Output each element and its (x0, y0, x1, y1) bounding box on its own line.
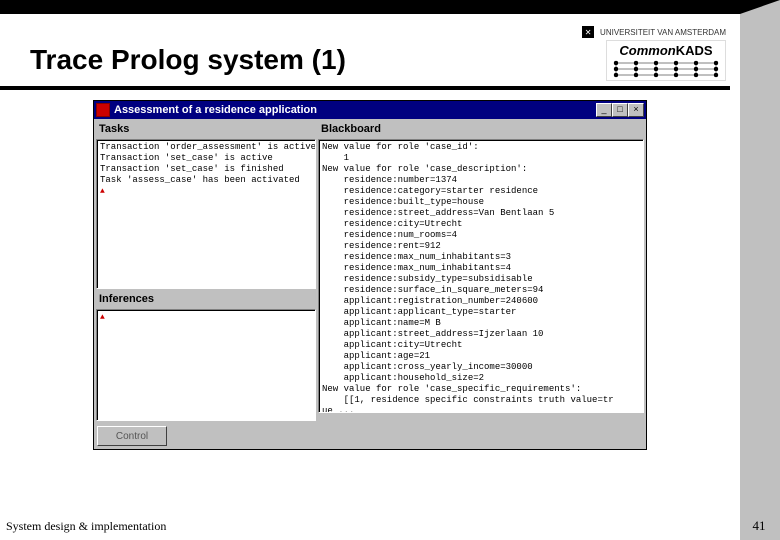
logo-word-2: KADS (676, 43, 713, 58)
minimize-button[interactable]: _ (596, 103, 612, 117)
kads-network-icon (611, 60, 721, 78)
trace-window: Assessment of a residence application _ … (93, 100, 647, 450)
close-button[interactable]: × (628, 103, 644, 117)
tasks-panel[interactable]: Transaction 'order_assessment' is active… (96, 139, 316, 289)
control-button[interactable]: Control (97, 426, 167, 446)
inferences-panel[interactable]: ▲ (96, 309, 316, 421)
blackboard-panel[interactable]: New value for role 'case_id': 1 New valu… (318, 139, 644, 413)
institution-name: UNIVERSITEIT VAN AMSTERDAM (600, 28, 726, 37)
footer-text: System design & implementation (6, 519, 166, 534)
tasks-panel-label: Tasks (96, 121, 316, 137)
marker-icon: ▲ (100, 313, 105, 322)
tasks-content: Transaction 'order_assessment' is active… (100, 142, 316, 185)
window-title: Assessment of a residence application (114, 104, 592, 116)
window-titlebar[interactable]: Assessment of a residence application _ … (94, 101, 646, 119)
marker-icon: ▲ (100, 187, 105, 196)
system-menu-icon[interactable] (96, 103, 110, 117)
blackboard-panel-label: Blackboard (318, 121, 644, 137)
blackboard-content: New value for role 'case_id': 1 New valu… (322, 142, 614, 413)
logo-word-1: Common (619, 43, 675, 58)
page-number: 41 (744, 518, 774, 534)
maximize-button[interactable]: □ (612, 103, 628, 117)
crest-icon: ✕ (582, 26, 594, 38)
inferences-panel-label: Inferences (96, 291, 316, 307)
commonkads-logo: CommonKADS (606, 40, 726, 81)
institution-logo: ✕ UNIVERSITEIT VAN AMSTERDAM (582, 26, 726, 38)
